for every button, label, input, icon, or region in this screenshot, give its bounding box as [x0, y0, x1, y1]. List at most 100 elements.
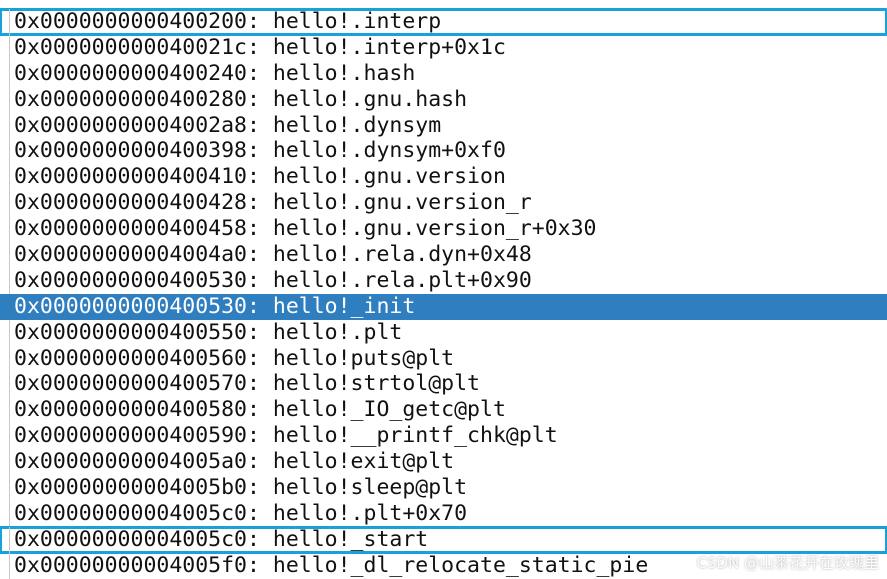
symbol-row[interactable]: 0x0000000000400550: hello!.plt	[0, 319, 887, 346]
symbol-address: 0x0000000000400428	[14, 190, 247, 216]
symbol-row[interactable]: 0x0000000000400398: hello!.dynsym+0xf0	[0, 138, 887, 165]
symbol-address: 0x0000000000400458	[14, 216, 247, 242]
row-gutter-line	[9, 293, 10, 320]
symbol-row[interactable]: 0x0000000000400458: hello!.gnu.version_r…	[0, 216, 887, 243]
row-gutter-line	[9, 34, 10, 61]
row-gutter-line	[9, 345, 10, 372]
symbol-name: hello!_dl_relocate_static_pie	[272, 552, 649, 578]
row-gutter-line	[9, 319, 10, 346]
row-gutter-line	[9, 86, 10, 113]
symbol-row[interactable]: 0x0000000000400590: hello!__printf_chk@p…	[0, 423, 887, 450]
row-gutter-line	[9, 9, 10, 35]
address-separator: :	[247, 164, 273, 190]
symbol-address: 0x0000000000400280	[14, 86, 247, 112]
symbol-name: hello!.gnu.version	[272, 164, 506, 190]
row-gutter-line	[9, 449, 10, 476]
symbol-address: 0x00000000004002a8	[14, 112, 247, 138]
symbol-address: 0x00000000004005c0	[14, 526, 247, 552]
symbol-address: 0x0000000000400550	[14, 319, 247, 345]
symbol-name: hello!.dynsym	[272, 112, 442, 138]
symbol-row[interactable]: 0x0000000000400428: hello!.gnu.version_r	[0, 190, 887, 217]
symbol-address: 0x0000000000400398	[14, 138, 247, 164]
symbol-row[interactable]: 0x0000000000400530: hello!.rela.plt+0x90	[0, 267, 887, 294]
symbol-address: 0x0000000000400570	[14, 371, 247, 397]
symbol-row[interactable]: 0x00000000004005a0: hello!exit@plt	[0, 449, 887, 476]
row-gutter-line	[9, 552, 10, 579]
symbol-row[interactable]: 0x000000000040021c: hello!.interp+0x1c	[0, 34, 887, 61]
symbol-address: 0x00000000004005b0	[14, 475, 247, 501]
symbol-row[interactable]: 0x0000000000400240: hello!.hash	[0, 60, 887, 87]
address-separator: :	[247, 345, 273, 371]
symbol-name: hello!puts@plt	[272, 345, 455, 371]
symbol-address: 0x0000000000400560	[14, 345, 247, 371]
address-separator: :	[247, 34, 273, 60]
address-separator: :	[247, 293, 273, 319]
symbol-name: hello!.rela.dyn+0x48	[272, 242, 532, 268]
symbol-name: hello!.gnu.version_r+0x30	[272, 216, 597, 242]
symbol-name: hello!.gnu.version_r	[272, 190, 532, 216]
symbol-row[interactable]: 0x00000000004005c0: hello!_start	[0, 525, 887, 554]
row-gutter-line	[9, 138, 10, 165]
symbol-row[interactable]: 0x0000000000400580: hello!_IO_getc@plt	[0, 397, 887, 424]
symbol-row-selected[interactable]: 0x0000000000400530: hello!_init	[0, 293, 887, 320]
symbol-viewer: 0x0000000000400200: hello!.interp 0x00000…	[0, 0, 887, 579]
symbol-name: hello!.hash	[272, 60, 416, 86]
address-separator: :	[247, 112, 273, 138]
address-separator: :	[247, 9, 273, 34]
symbol-name: hello!__printf_chk@plt	[272, 423, 558, 449]
symbol-row[interactable]: 0x0000000000400570: hello!strtol@plt	[0, 371, 887, 398]
symbol-address: 0x0000000000400580	[14, 397, 247, 423]
address-separator: :	[247, 216, 273, 242]
row-gutter-line	[9, 112, 10, 139]
symbol-row[interactable]: 0x0000000000400280: hello!.gnu.hash	[0, 86, 887, 113]
address-separator: :	[247, 86, 273, 112]
row-gutter-line	[9, 526, 10, 553]
symbol-address: 0x00000000004004a0	[14, 242, 247, 268]
row-gutter-line	[9, 190, 10, 217]
symbol-name: hello!.interp+0x1c	[272, 34, 506, 60]
symbol-address: 0x000000000040021c	[14, 34, 247, 60]
symbol-name: hello!.interp	[272, 9, 442, 34]
address-separator: :	[247, 138, 273, 164]
address-separator: :	[247, 423, 273, 449]
symbol-address: 0x0000000000400410	[14, 164, 247, 190]
symbol-name: hello!.plt	[272, 319, 403, 345]
symbol-address: 0x00000000004005c0	[14, 500, 247, 526]
symbol-row[interactable]: 0x00000000004002a8: hello!.dynsym	[0, 112, 887, 139]
row-gutter-line	[9, 371, 10, 398]
address-separator: :	[247, 526, 273, 552]
address-separator: :	[247, 397, 273, 423]
symbol-address: 0x0000000000400240	[14, 60, 247, 86]
watermark: CSDN @山茶花开在玫瑰里	[696, 554, 879, 572]
symbol-name: hello!.plt+0x70	[272, 500, 468, 526]
symbol-name: hello!.gnu.hash	[272, 86, 468, 112]
symbol-row[interactable]: 0x00000000004004a0: hello!.rela.dyn+0x48	[0, 242, 887, 268]
symbol-row[interactable]: 0x0000000000400560: hello!puts@plt	[0, 345, 887, 372]
row-gutter-line	[9, 500, 10, 527]
symbol-name: hello!exit@plt	[272, 449, 455, 475]
symbol-list[interactable]: 0x0000000000400200: hello!.interp 0x00000…	[0, 8, 887, 579]
symbol-row[interactable]: 0x00000000004005b0: hello!sleep@plt	[0, 475, 887, 501]
symbol-address: 0x0000000000400530	[14, 267, 247, 293]
symbol-address: 0x0000000000400590	[14, 423, 247, 449]
address-separator: :	[247, 60, 273, 86]
symbol-row[interactable]: 0x0000000000400200: hello!.interp	[0, 8, 887, 36]
row-gutter-line	[9, 164, 10, 191]
row-gutter-line	[9, 267, 10, 294]
symbol-row[interactable]: 0x0000000000400410: hello!.gnu.version	[0, 164, 887, 191]
row-gutter-line	[9, 242, 10, 268]
address-separator: :	[247, 449, 273, 475]
address-separator: :	[247, 190, 273, 216]
address-separator: :	[247, 242, 273, 268]
address-separator: :	[247, 319, 273, 345]
symbol-name: hello!_init	[272, 293, 416, 319]
address-separator: :	[247, 371, 273, 397]
symbol-name: hello!strtol@plt	[272, 371, 480, 397]
address-separator: :	[247, 475, 273, 501]
row-gutter-line	[9, 475, 10, 501]
symbol-address: 0x00000000004005a0	[14, 449, 247, 475]
symbol-address: 0x0000000000400200	[14, 9, 247, 34]
address-separator: :	[247, 552, 273, 578]
symbol-name: hello!sleep@plt	[272, 475, 468, 501]
symbol-row[interactable]: 0x00000000004005c0: hello!.plt+0x70	[0, 500, 887, 527]
